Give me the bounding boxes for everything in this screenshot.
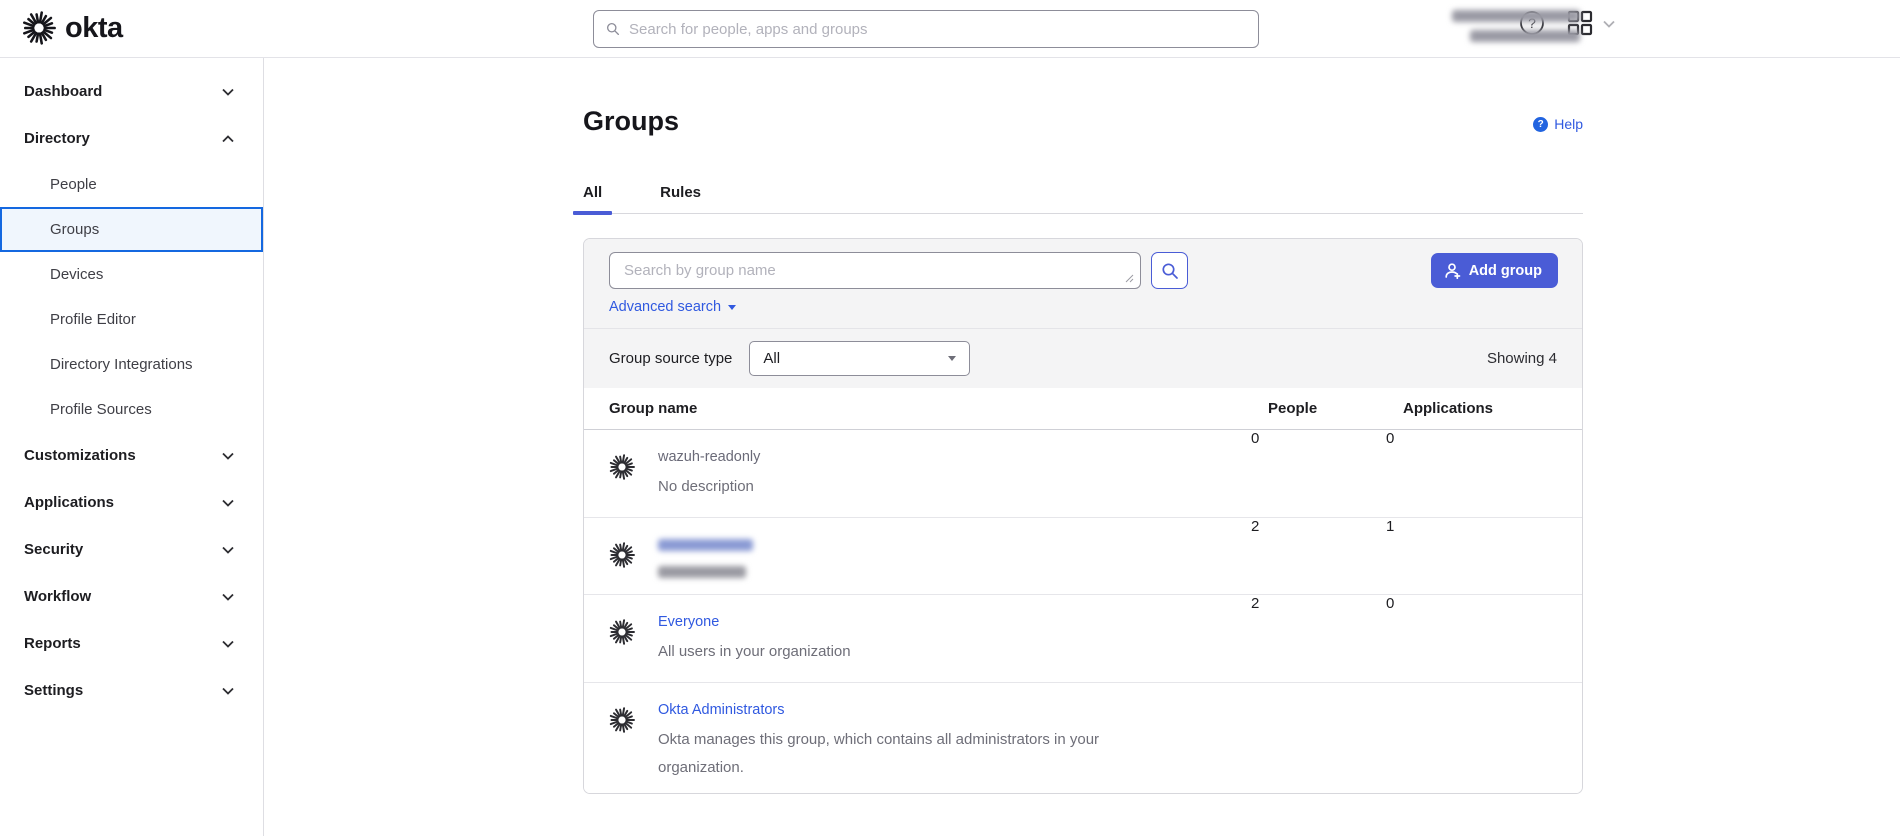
table-row[interactable]: Okta Administrators Okta manages this gr…	[584, 682, 1582, 794]
applications-count: 1	[1386, 517, 1582, 594]
chevron-down-icon	[221, 543, 235, 557]
groups-toolbar: Add group Advanced search	[584, 239, 1582, 328]
group-icon	[609, 542, 635, 568]
okta-wordmark: okta	[65, 12, 123, 45]
group-description-redacted	[658, 566, 746, 578]
group-name-redacted[interactable]	[658, 539, 753, 551]
main-content: Groups ? Help All Rules Add g	[264, 58, 1900, 836]
people-count: 2	[1251, 594, 1386, 682]
user-name-redacted	[1452, 10, 1580, 22]
chevron-down-icon	[221, 684, 235, 698]
people-count: 2	[1251, 517, 1386, 594]
table-row[interactable]: wazuh-readonly No description 0 0	[584, 429, 1582, 517]
help-badge-icon: ?	[1533, 117, 1548, 132]
sidebar-item-reports[interactable]: Reports	[0, 620, 263, 667]
page-help-link[interactable]: ? Help	[1533, 116, 1583, 132]
people-count: 0	[1251, 429, 1386, 517]
groups-card: Add group Advanced search Group source t…	[583, 238, 1583, 794]
user-caret-icon[interactable]	[1603, 20, 1615, 28]
group-icon	[609, 619, 635, 645]
group-description: All users in your organization	[658, 638, 851, 666]
sidebar-item-customizations[interactable]: Customizations	[0, 432, 263, 479]
tab-all[interactable]: All	[573, 178, 612, 213]
chevron-down-icon	[221, 637, 235, 651]
group-search-field[interactable]	[609, 252, 1141, 289]
table-row-redacted[interactable]: 2 1	[584, 517, 1582, 594]
search-icon	[606, 22, 620, 36]
group-search-button[interactable]	[1151, 252, 1188, 289]
showing-count: Showing 4	[1487, 350, 1557, 367]
group-description: Okta manages this group, which contains …	[658, 726, 1148, 782]
chevron-down-icon	[221, 449, 235, 463]
okta-logo-icon	[22, 11, 56, 45]
column-header-people: People	[1251, 388, 1386, 429]
people-count	[1251, 682, 1386, 794]
topbar: okta ?	[0, 0, 1900, 58]
sidebar-item-profile-editor[interactable]: Profile Editor	[0, 297, 263, 342]
sidebar-item-groups[interactable]: Groups	[0, 207, 263, 252]
global-search[interactable]	[593, 10, 1259, 48]
sidebar-item-workflow[interactable]: Workflow	[0, 573, 263, 620]
column-header-group-name: Group name	[584, 388, 1251, 429]
sidebar-item-applications[interactable]: Applications	[0, 479, 263, 526]
caret-down-icon	[728, 305, 736, 310]
user-account-menu[interactable]	[1440, 10, 1590, 42]
sidebar-item-dashboard[interactable]: Dashboard	[0, 68, 263, 115]
sidebar-item-devices[interactable]: Devices	[0, 252, 263, 297]
global-search-input[interactable]	[629, 21, 1246, 38]
sidebar-item-people[interactable]: People	[0, 162, 263, 207]
table-row[interactable]: Everyone All users in your organization …	[584, 594, 1582, 682]
sidebar-item-directory[interactable]: Directory	[0, 115, 263, 162]
group-icon	[609, 707, 635, 733]
add-user-icon	[1444, 263, 1461, 279]
applications-count: 0	[1386, 429, 1582, 517]
search-icon	[1161, 262, 1179, 280]
column-header-applications: Applications	[1386, 388, 1582, 429]
chevron-down-icon	[221, 496, 235, 510]
applications-count	[1386, 682, 1582, 794]
filter-row: Group source type All Showing 4	[584, 328, 1582, 388]
sidebar-item-directory-integrations[interactable]: Directory Integrations	[0, 342, 263, 387]
tab-rules[interactable]: Rules	[650, 178, 711, 213]
applications-count: 0	[1386, 594, 1582, 682]
sidebar-item-settings[interactable]: Settings	[0, 667, 263, 714]
sidebar-item-profile-sources[interactable]: Profile Sources	[0, 387, 263, 432]
group-name-link[interactable]: Okta Administrators	[658, 702, 785, 718]
group-icon	[609, 454, 635, 480]
group-name-link[interactable]: wazuh-readonly	[658, 449, 760, 465]
add-group-button[interactable]: Add group	[1431, 253, 1558, 288]
group-description: No description	[658, 473, 760, 501]
group-source-type-label: Group source type	[609, 350, 732, 367]
groups-table: Group name People Applications wazuh-rea…	[584, 388, 1582, 794]
sidebar: Dashboard Directory People Groups Device…	[0, 58, 264, 836]
select-caret-icon	[948, 356, 956, 361]
chevron-down-icon	[221, 85, 235, 99]
tabs: All Rules	[583, 178, 1583, 214]
sidebar-item-security[interactable]: Security	[0, 526, 263, 573]
chevron-up-icon	[221, 132, 235, 146]
group-source-type-select[interactable]: All	[749, 341, 970, 376]
resize-grip-icon[interactable]	[1125, 274, 1134, 283]
group-name-link[interactable]: Everyone	[658, 614, 719, 630]
okta-logo[interactable]: okta	[22, 11, 123, 45]
user-org-redacted	[1470, 30, 1580, 42]
page-title: Groups	[583, 106, 679, 137]
chevron-down-icon	[221, 590, 235, 604]
advanced-search-link[interactable]: Advanced search	[609, 299, 736, 315]
group-search-input[interactable]	[624, 262, 1126, 279]
